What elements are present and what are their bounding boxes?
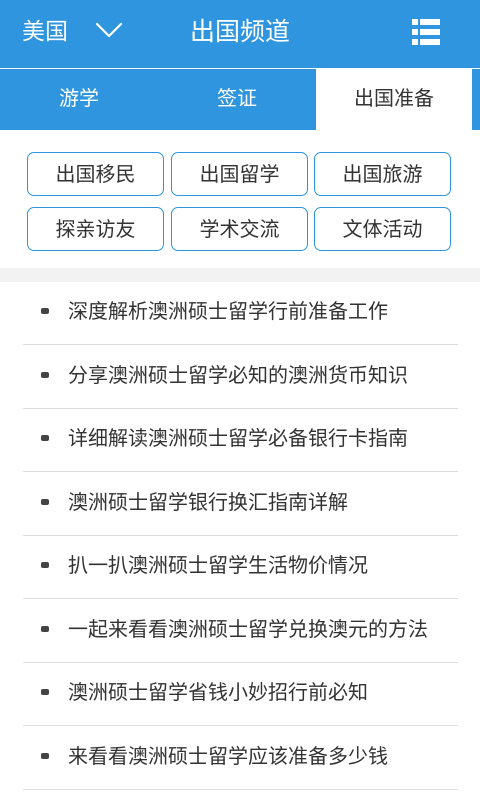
bullet-icon <box>41 626 49 632</box>
tab-study-tour[interactable]: 游学 <box>0 69 158 130</box>
category-study-abroad-button[interactable]: 出国留学 <box>171 152 308 196</box>
tab-bar: 游学 签证 出国准备 <box>0 68 480 130</box>
article-title[interactable]: 深度解析澳洲硕士留学行前准备工作 <box>68 294 388 328</box>
tab-visa[interactable]: 签证 <box>158 69 316 130</box>
category-culture-sports-button[interactable]: 文体活动 <box>314 207 451 251</box>
list-item[interactable]: 详细解读澳洲硕士留学必备银行卡指南 <box>23 409 458 472</box>
list-item[interactable]: 澳洲硕士留学银行换汇指南详解 <box>23 473 458 536</box>
list-item[interactable]: 来看看澳洲硕士留学应该准备多少钱 <box>23 727 458 790</box>
bullet-icon <box>41 562 49 568</box>
bullet-icon <box>41 499 49 505</box>
bullet-icon <box>41 372 49 378</box>
top-header: 美国 出国频道 <box>0 0 480 68</box>
list-item[interactable]: 澳洲硕士留学省钱小妙招行前必知 <box>23 663 458 726</box>
section-divider <box>0 268 480 282</box>
bullet-icon <box>41 308 49 314</box>
category-emigration-button[interactable]: 出国移民 <box>27 152 164 196</box>
bullet-icon <box>41 689 49 695</box>
article-title[interactable]: 分享澳洲硕士留学必知的澳洲货币知识 <box>68 358 408 392</box>
list-item[interactable]: 一起来看看澳洲硕士留学兑换澳元的方法 <box>23 600 458 663</box>
article-title[interactable]: 一起来看看澳洲硕士留学兑换澳元的方法 <box>68 612 428 646</box>
list-item[interactable]: 深度解析澳洲硕士留学行前准备工作 <box>23 282 458 345</box>
page-title: 出国频道 <box>189 17 290 46</box>
list-item[interactable]: 分享澳洲硕士留学必知的澳洲货币知识 <box>23 346 458 409</box>
list-menu-icon[interactable] <box>412 19 440 45</box>
article-title[interactable]: 澳洲硕士留学银行换汇指南详解 <box>68 485 348 519</box>
category-academic-exchange-button[interactable]: 学术交流 <box>171 207 308 251</box>
category-family-visit-button[interactable]: 探亲访友 <box>27 207 164 251</box>
bullet-icon <box>41 753 49 759</box>
article-title[interactable]: 澳洲硕士留学省钱小妙招行前必知 <box>68 675 368 709</box>
article-title[interactable]: 详细解读澳洲硕士留学必备银行卡指南 <box>68 421 408 455</box>
article-title[interactable]: 扒一扒澳洲硕士留学生活物价情况 <box>68 548 368 582</box>
category-travel-button[interactable]: 出国旅游 <box>314 152 451 196</box>
tab-preparation[interactable]: 出国准备 <box>316 69 472 130</box>
bullet-icon <box>41 435 49 441</box>
article-title[interactable]: 来看看澳洲硕士留学应该准备多少钱 <box>68 739 388 773</box>
list-item[interactable]: 扒一扒澳洲硕士留学生活物价情况 <box>23 536 458 599</box>
